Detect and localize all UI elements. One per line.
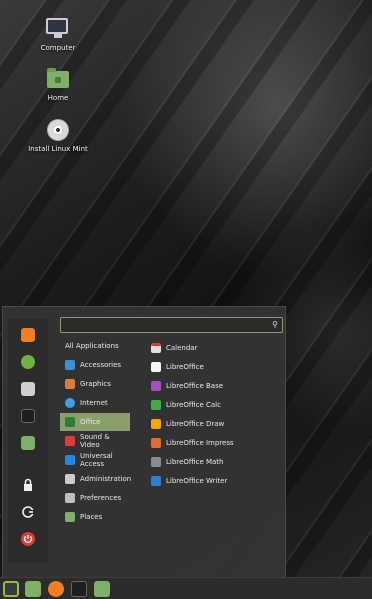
app-libreoffice-base[interactable]: LibreOffice Base (151, 378, 223, 394)
category-places[interactable]: Places (60, 508, 130, 526)
sound-video-icon (65, 436, 75, 446)
search-icon: ⚲ (272, 320, 278, 329)
preferences-icon (65, 493, 75, 503)
disc-icon (46, 119, 70, 141)
category-label: Universal Access (80, 452, 113, 468)
app-libreoffice-draw[interactable]: LibreOffice Draw (151, 416, 224, 432)
computer-icon (46, 18, 70, 40)
software-manager-icon[interactable] (21, 355, 35, 369)
folder-icon[interactable] (94, 581, 110, 597)
app-label: LibreOffice Base (166, 382, 224, 390)
calendar-icon (151, 343, 161, 353)
search-input[interactable]: ⚲ (60, 317, 283, 333)
taskbar-panel (0, 577, 372, 599)
application-menu: ⚲ All Applications Accessories Graphics … (2, 306, 286, 578)
firefox-icon[interactable] (21, 328, 35, 342)
quit-icon[interactable] (21, 532, 35, 546)
desktop-icon-computer[interactable]: Computer (18, 18, 98, 52)
desktop-icon-label: Home (47, 94, 69, 102)
category-label: Sound & Video (80, 433, 110, 449)
app-label: LibreOffice Writer (166, 477, 228, 485)
files-icon[interactable] (25, 581, 41, 597)
app-label: LibreOffice Calc (166, 401, 221, 409)
libreoffice-calc-icon (151, 400, 161, 410)
universal-access-icon (65, 455, 75, 465)
libreoffice-base-icon (151, 381, 161, 391)
app-label: LibreOffice Draw (166, 420, 225, 428)
category-sound-video[interactable]: Sound & Video (60, 432, 130, 450)
graphics-icon (65, 379, 75, 389)
libreoffice-writer-icon (151, 476, 161, 486)
logout-icon[interactable] (21, 505, 35, 519)
places-folder-icon (65, 512, 75, 522)
category-label: Preferences (80, 494, 122, 502)
category-internet[interactable]: Internet (60, 394, 130, 412)
app-libreoffice-writer[interactable]: LibreOffice Writer (151, 473, 227, 489)
desktop-icon-home[interactable]: Home (18, 68, 98, 102)
category-label: Office (80, 418, 101, 426)
accessories-icon (65, 360, 75, 370)
app-label: LibreOffice (166, 363, 204, 371)
app-label: Calendar (166, 344, 198, 352)
app-label: LibreOffice Math (166, 458, 224, 466)
terminal-icon[interactable] (71, 581, 87, 597)
administration-icon (65, 474, 75, 484)
category-accessories[interactable]: Accessories (60, 356, 130, 374)
category-administration[interactable]: Administration (60, 470, 132, 488)
category-label: All Applications (65, 342, 119, 350)
libreoffice-math-icon (151, 457, 161, 467)
category-label: Places (80, 513, 103, 521)
category-office[interactable]: Office (60, 413, 130, 431)
libreoffice-impress-icon (151, 438, 161, 448)
internet-icon (65, 398, 75, 408)
libreoffice-draw-icon (151, 419, 161, 429)
office-icon (65, 417, 75, 427)
terminal-icon[interactable] (21, 409, 35, 423)
desktop-icon-install[interactable]: Install Linux Mint (18, 119, 98, 153)
category-preferences[interactable]: Preferences (60, 489, 130, 507)
category-label: Administration (80, 475, 132, 483)
firefox-icon[interactable] (48, 581, 64, 597)
files-icon[interactable] (21, 436, 35, 450)
lock-icon[interactable] (21, 478, 35, 492)
category-label: Accessories (80, 361, 122, 369)
desktop-icon-label: Install Linux Mint (28, 145, 88, 153)
mint-menu-icon[interactable] (3, 581, 19, 597)
desktop-icon-label: Computer (40, 44, 76, 52)
category-label: Internet (80, 399, 108, 407)
category-all-applications[interactable]: All Applications (60, 337, 130, 355)
libreoffice-icon (151, 362, 161, 372)
app-libreoffice-math[interactable]: LibreOffice Math (151, 454, 224, 470)
category-label: Graphics (80, 380, 111, 388)
app-libreoffice-calc[interactable]: LibreOffice Calc (151, 397, 221, 413)
app-libreoffice[interactable]: LibreOffice (151, 359, 204, 375)
favorites-bar (8, 319, 48, 563)
settings-icon[interactable] (21, 382, 35, 396)
category-graphics[interactable]: Graphics (60, 375, 130, 393)
app-libreoffice-impress[interactable]: LibreOffice Impress (151, 435, 234, 451)
home-folder-icon (46, 68, 70, 90)
app-calendar[interactable]: Calendar (151, 340, 197, 356)
app-label: LibreOffice Impress (166, 439, 234, 447)
category-universal-access[interactable]: Universal Access (60, 451, 130, 469)
